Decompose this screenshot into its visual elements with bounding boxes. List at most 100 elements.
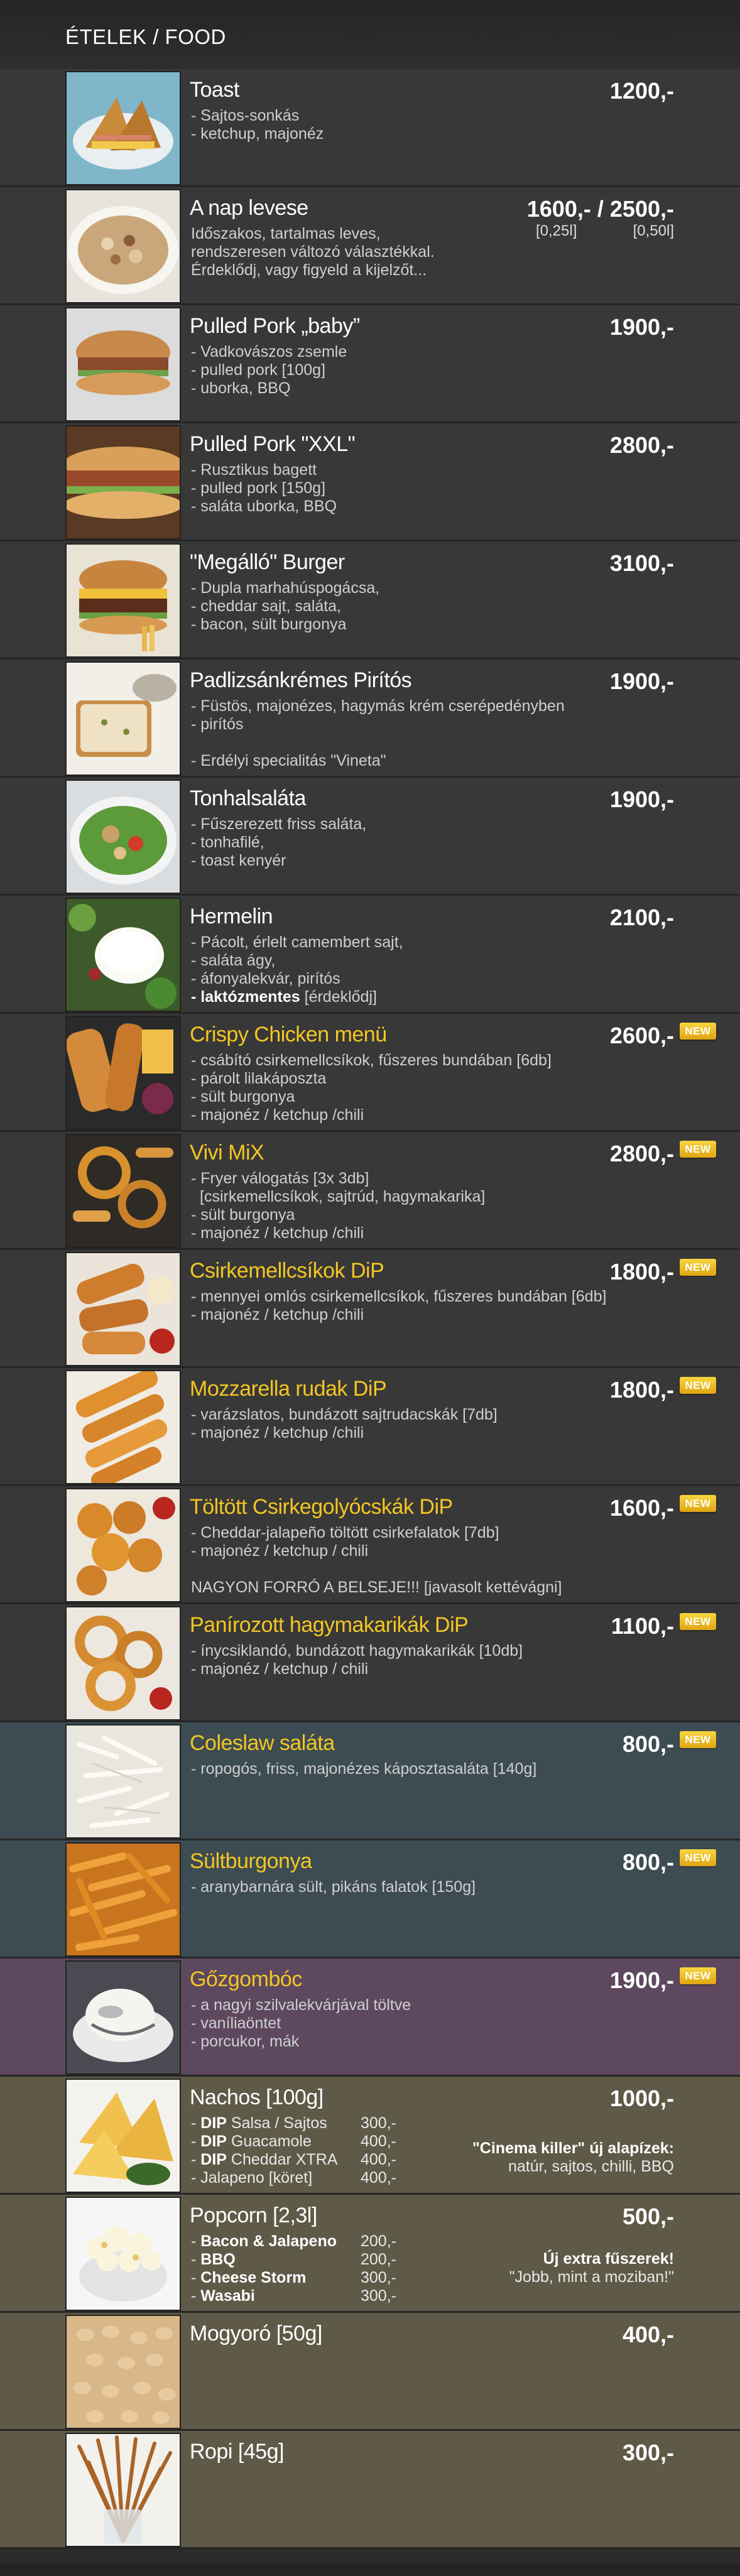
menu-item[interactable]: Padlizsánkrémes Pirítós 1900,- - Füstös,… [0, 660, 740, 778]
item-description: - Rusztikus bagett - pulled pork [150g] - … [191, 461, 337, 515]
toast-spread-image [65, 661, 181, 776]
item-name: Mogyoró [50g] [190, 2322, 322, 2345]
menu-item[interactable]: Coleslaw saláta 800,- NEW - ropogós, fri… [0, 1722, 740, 1840]
item-price: 800,- [622, 1849, 674, 1875]
item-name: Pulled Pork "XXL" [190, 432, 356, 456]
menu-item[interactable]: Pulled Pork "XXL" 2800,- - Rusztikus bag… [0, 423, 740, 541]
item-price: 1200,- [609, 78, 674, 104]
item-price: 1900,- [609, 786, 674, 812]
nachos-image [65, 2079, 181, 2193]
fries-image [65, 1842, 181, 1957]
menu-item[interactable]: Mogyoró [50g] 400,- [0, 2313, 740, 2431]
item-price: 2800,- [609, 1141, 674, 1166]
menu-item[interactable]: Nachos [100g] 1000,- - DIP Salsa / Sajto… [0, 2077, 740, 2195]
pretzel-sticks-image [65, 2433, 181, 2547]
item-description: - Vadkovászos zsemle - pulled pork [100g]… [191, 343, 347, 397]
new-badge: NEW [680, 1967, 716, 1984]
item-price: 400,- [622, 2322, 674, 2347]
cheese-plate-image [65, 898, 181, 1012]
item-description: - Fryer válogatás [3x 3db] [csirkemellcs… [191, 1170, 486, 1242]
menu-item[interactable]: Toast 1200,- - Sajtos-sonkás - ketchup, m… [0, 69, 740, 187]
addon-list: - Bacon & Jalapeno 200,- - BBQ 200,- - Che… [191, 2232, 396, 2305]
menu-item[interactable]: Ropi [45g] 300,- [0, 2431, 740, 2549]
menu-item[interactable]: A nap levese 1600,- / 2500,- [0,25l] [0,5… [0, 187, 740, 305]
item-price: 1000,- [609, 2085, 674, 2111]
item-price: 2600,- [609, 1023, 674, 1048]
item-price: 800,- [622, 1731, 674, 1757]
burger-image [65, 307, 181, 421]
item-description: - Füstös, majonézes, hagymás krém cserép… [191, 697, 565, 769]
item-name: A nap levese [190, 196, 308, 220]
item-description: - Fűszerezett friss saláta, - tonhafilé, -… [191, 815, 367, 869]
item-name: Hermelin [190, 905, 273, 928]
popcorn-image [65, 2197, 181, 2311]
item-name: Nachos [100g] [190, 2085, 324, 2109]
new-badge: NEW [680, 1849, 716, 1866]
salad-image [65, 780, 181, 894]
menu-item[interactable]: Vivi MiX 2800,- NEW - Fryer válogatás [3… [0, 1132, 740, 1250]
item-description: - mennyei omlós csirkemellcsíkok, fűszer… [191, 1288, 607, 1323]
menu-item[interactable]: Gőzgombóc 1900,- NEW - a nagyi szilvalek… [0, 1959, 740, 2077]
flavor-note: Új extra fűszerek! "Jobb, mint a moziban… [509, 2250, 674, 2286]
item-name: Sültburgonya [190, 1849, 312, 1873]
item-price: 300,- [622, 2440, 674, 2465]
menu-item[interactable]: Tonhalsaláta 1900,- - Fűszerezett friss … [0, 778, 740, 896]
item-name: Gőzgombóc [190, 1967, 302, 1991]
item-name: Csirkemellcsíkok DiP [190, 1259, 384, 1283]
item-price: 1800,- [609, 1259, 674, 1285]
item-price: 1900,- [609, 1967, 674, 1993]
page-title: ÉTELEK / FOOD [65, 25, 226, 48]
menu-item[interactable]: Panírozott hagymakarikák DiP 1100,- NEW … [0, 1604, 740, 1722]
item-description: - a nagyi szilvalekvárjával töltve - vaní… [191, 1996, 411, 2050]
new-badge: NEW [680, 1495, 716, 1512]
new-badge: NEW [680, 1141, 716, 1158]
menu-item[interactable]: Sültburgonya 800,- NEW - aranybarnára sü… [0, 1840, 740, 1959]
menu-item[interactable]: Popcorn [2,3l] 500,- - Bacon & Jalapeno 2… [0, 2195, 740, 2313]
menu-item[interactable]: Hermelin 2100,- - Pácolt, érlelt camembe… [0, 896, 740, 1014]
menu-item[interactable]: Pulled Pork „baby” 1900,- - Vadkovászos … [0, 305, 740, 423]
item-name: Toast [190, 78, 239, 102]
item-price: 3100,- [609, 550, 674, 576]
item-name: Popcorn [2,3l] [190, 2204, 317, 2227]
new-badge: NEW [680, 1377, 716, 1394]
item-description: - Sajtos-sonkás - ketchup, majonéz [191, 107, 324, 143]
menu-list: Toast 1200,- - Sajtos-sonkás - ketchup, m… [0, 69, 740, 2549]
chicken-menu-image [65, 1016, 181, 1130]
item-price: 1900,- [609, 668, 674, 694]
baguette-image [65, 425, 181, 540]
new-badge: NEW [680, 1259, 716, 1276]
item-name: Padlizsánkrémes Pirítós [190, 668, 412, 692]
item-price: 1100,- [611, 1613, 674, 1639]
toast-image [65, 71, 181, 185]
item-name: Panírozott hagymakarikák DiP [190, 1613, 469, 1637]
item-price: 2800,- [609, 432, 674, 458]
item-description: - Pácolt, érlelt camembert sajt, - saláta… [191, 933, 403, 1006]
item-price: 1600,- [609, 1495, 674, 1521]
item-name: Vivi MiX [190, 1141, 264, 1165]
item-description: - varázslatos, bundázott sajtrudacskák [… [191, 1406, 498, 1442]
item-name: Crispy Chicken menü [190, 1023, 387, 1046]
menu-item[interactable]: Mozzarella rudak DiP 1800,- NEW - varázs… [0, 1368, 740, 1486]
footer-strip [0, 2563, 740, 2576]
item-name: Töltött Csirkegolyócskák DiP [190, 1495, 453, 1519]
item-price: 1900,- [609, 314, 674, 340]
item-description: - ínycsiklandó, bundázott hagymakarikák … [191, 1642, 523, 1678]
item-description: - ropogós, friss, majonézes káposztasalá… [191, 1760, 537, 1778]
item-name: Mozzarella rudak DiP [190, 1377, 387, 1401]
item-name: "Megálló" Burger [190, 550, 345, 574]
flavor-note: "Cinema killer" új alapízek: natúr, sajt… [472, 2139, 674, 2175]
menu-item[interactable]: Crispy Chicken menü 2600,- NEW - csábító… [0, 1014, 740, 1132]
menu-item[interactable]: "Megálló" Burger 3100,- - Dupla marhahús… [0, 541, 740, 660]
item-description: - Dupla marhahúspogácsa, - cheddar sajt, … [191, 579, 380, 633]
item-description: Időszakos, tartalmas leves, rendszeresen … [191, 225, 435, 279]
item-price: 500,- [622, 2204, 674, 2229]
menu-item[interactable]: Töltött Csirkegolyócskák DiP 1600,- NEW … [0, 1486, 740, 1604]
dumpling-image [65, 1960, 181, 2075]
item-description: - aranybarnára sült, pikáns falatok [150… [191, 1878, 476, 1896]
addon-list: - DIP Salsa / Sajtos 300,- - DIP Guacamol… [191, 2114, 396, 2187]
item-description: - Cheddar-jalapeño töltött csirkefalatok… [191, 1524, 562, 1596]
coleslaw-image [65, 1724, 181, 1839]
menu-item[interactable]: Csirkemellcsíkok DiP 1800,- NEW - mennye… [0, 1250, 740, 1368]
chicken-balls-image [65, 1488, 181, 1602]
peanuts-image [65, 2315, 181, 2429]
